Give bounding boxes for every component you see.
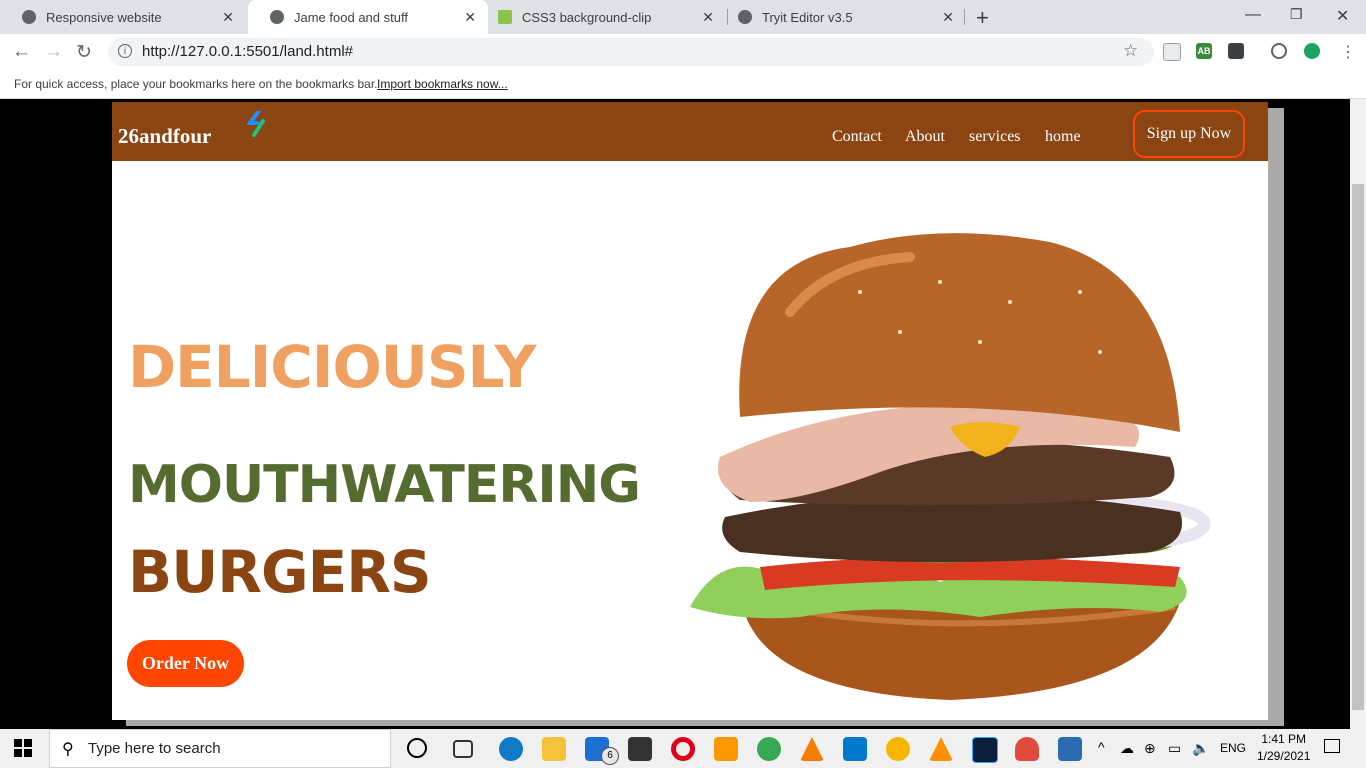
extension-icon[interactable] (1163, 43, 1181, 61)
clock-time: 1:41 PM (1261, 732, 1307, 746)
nav-link-services[interactable]: services (969, 128, 1021, 146)
volume-icon[interactable]: 🔈 (1192, 740, 1209, 757)
back-button[interactable]: ← (12, 41, 31, 63)
search-icon: ⚲ (62, 741, 74, 758)
bookmark-star-icon[interactable]: ☆ (1123, 41, 1138, 61)
store-icon[interactable] (628, 737, 652, 761)
balloon-app-icon[interactable] (1015, 737, 1039, 761)
tab-title: CSS3 background-clip (522, 9, 652, 25)
burger-image (690, 233, 1210, 700)
tab-tryit-editor[interactable]: Tryit Editor v3.5 ✕ (716, 0, 966, 34)
tab-jame-food[interactable]: Jame food and stuff ✕ (248, 0, 488, 34)
nav-link-home[interactable]: home (1045, 128, 1081, 146)
sublime-icon[interactable] (714, 737, 738, 761)
info-icon[interactable]: i (118, 44, 132, 58)
tab-responsive-website[interactable]: Responsive website ✕ (0, 0, 246, 34)
language-indicator[interactable]: ENG (1220, 741, 1246, 755)
network-icon[interactable]: ⊕ (1144, 740, 1156, 757)
mail-badge: 6 (601, 747, 619, 765)
battery-icon[interactable]: ▭ (1168, 740, 1181, 757)
hero-line-burgers: BURGERS (128, 538, 432, 606)
tab-css3-background-clip[interactable]: CSS3 background-clip ✕ (476, 0, 726, 34)
signup-button[interactable]: Sign up Now (1133, 110, 1245, 158)
close-icon[interactable]: ✕ (222, 9, 234, 26)
photoshop-icon[interactable] (972, 737, 998, 763)
globe-icon (22, 10, 36, 24)
video-extension-icon[interactable] (1228, 43, 1244, 59)
import-bookmarks-link[interactable]: Import bookmarks now... (377, 77, 508, 91)
clock[interactable]: 1:41 PM 1/29/2021 (1257, 731, 1310, 765)
hero-line-mouthwatering: MOUTHWATERING (128, 455, 641, 515)
site-navbar (112, 102, 1268, 161)
page-shadow-right (1268, 108, 1284, 720)
tray-chevron-icon[interactable]: ^ (1098, 739, 1105, 755)
profile-icon[interactable] (1271, 43, 1287, 59)
globe-icon (270, 10, 284, 24)
close-icon[interactable]: ✕ (942, 9, 954, 26)
hero-line-deliciously: DELICIOUSLY (128, 333, 537, 401)
onedrive-icon[interactable]: ☁ (1120, 740, 1134, 757)
tab-separator (964, 9, 965, 25)
adblock-icon[interactable]: AB (1196, 43, 1212, 59)
vpn-icon[interactable] (886, 737, 910, 761)
opera-icon[interactable] (671, 737, 695, 761)
nav-link-contact[interactable]: Contact (832, 128, 882, 146)
edge-icon[interactable] (499, 737, 523, 761)
vscode-icon[interactable] (843, 737, 867, 761)
clock-date: 1/29/2021 (1257, 749, 1311, 763)
chrome-icon[interactable] (757, 737, 781, 761)
restore-button[interactable]: ❐ (1290, 6, 1303, 23)
scrollbar-thumb[interactable] (1352, 184, 1364, 710)
tab-title: Tryit Editor v3.5 (762, 9, 853, 25)
close-icon[interactable]: ✕ (702, 9, 714, 26)
task-view-icon[interactable] (453, 740, 473, 758)
url-text[interactable]: http://127.0.0.1:5501/land.html# (142, 43, 353, 60)
globe-icon (738, 10, 752, 24)
window-close-button[interactable]: ✕ (1336, 6, 1349, 26)
windows-start-icon[interactable] (14, 739, 32, 757)
w3schools-icon (498, 10, 512, 24)
file-explorer-icon[interactable] (542, 737, 566, 761)
photos-icon[interactable] (1058, 737, 1082, 761)
site-logo[interactable]: 26andfour (118, 124, 211, 149)
tab-title: Jame food and stuff (294, 9, 408, 25)
menu-icon[interactable]: ⋮ (1340, 42, 1356, 62)
forward-button[interactable]: → (44, 41, 63, 63)
bookmarks-message: For quick access, place your bookmarks h… (14, 77, 378, 91)
notification-icon[interactable] (1324, 739, 1340, 753)
nav-link-about[interactable]: About (905, 128, 945, 146)
order-now-button[interactable]: Order Now (127, 640, 244, 687)
new-tab-button[interactable]: + (976, 5, 989, 31)
tab-title: Responsive website (46, 9, 162, 25)
reload-button[interactable]: ↻ (76, 41, 92, 64)
shield-extension-icon[interactable] (1304, 43, 1320, 59)
lightning-logo-icon (247, 111, 265, 137)
taskbar-search-placeholder[interactable]: Type here to search (88, 740, 221, 757)
cortana-icon[interactable] (407, 738, 427, 758)
minimize-button[interactable]: — (1245, 6, 1261, 24)
close-icon[interactable]: ✕ (464, 9, 476, 26)
